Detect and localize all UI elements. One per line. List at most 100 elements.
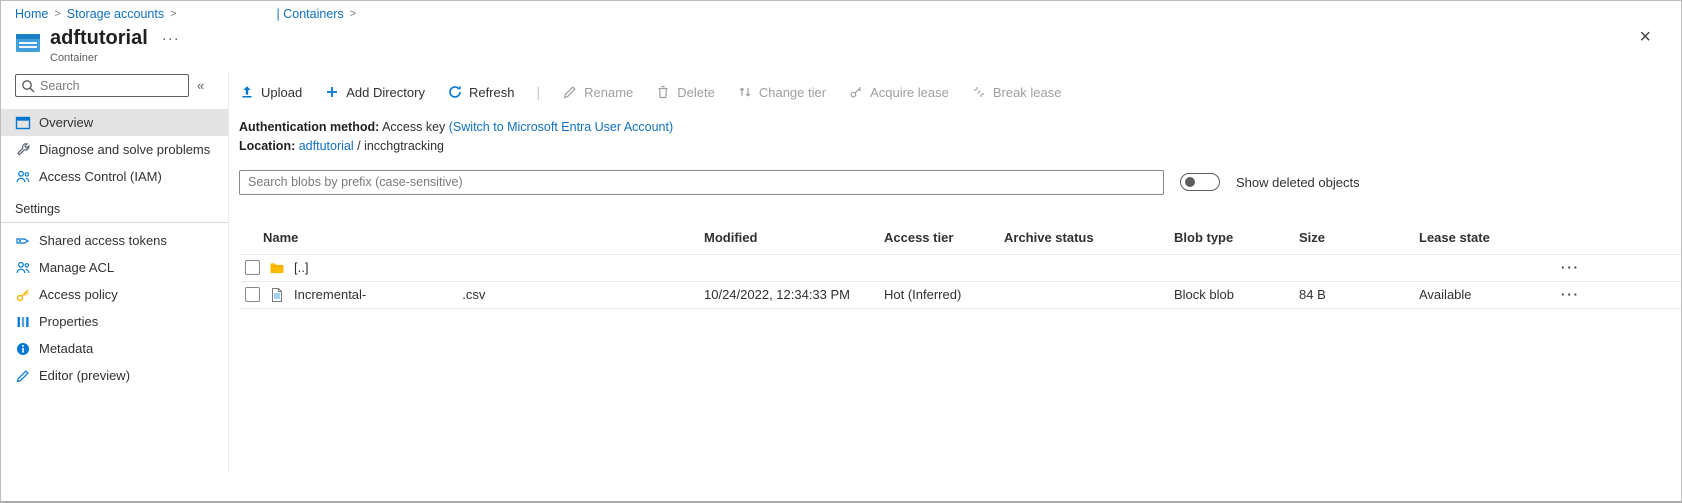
cell-access-tier: Hot (Inferred) <box>884 287 1004 302</box>
blade-content: Upload Add Directory Refresh | Rename <box>229 72 1681 472</box>
row-context-menu-button[interactable]: ··· <box>1534 260 1594 275</box>
filter-row: Show deleted objects <box>239 170 1681 195</box>
delete-button[interactable]: Delete <box>655 84 715 100</box>
blob-name-link[interactable]: Incremental- .csv <box>294 287 485 302</box>
sidebar-item-label: Overview <box>39 115 93 130</box>
add-directory-button[interactable]: Add Directory <box>324 84 425 100</box>
breadcrumb-separator: > <box>350 8 356 20</box>
change-tier-icon <box>737 84 753 100</box>
token-icon <box>15 233 31 249</box>
breadcrumb-storage-accounts-link[interactable]: Storage accounts <box>67 7 164 21</box>
upload-label: Upload <box>261 85 302 100</box>
sidebar-collapse-button[interactable]: « <box>197 78 204 93</box>
sidebar-nav: Overview Diagnose and solve problems Acc… <box>1 109 228 389</box>
sidebar-item-label: Editor (preview) <box>39 368 130 383</box>
change-tier-label: Change tier <box>759 85 826 100</box>
sidebar-item-overview[interactable]: Overview <box>1 109 228 136</box>
location-path: / incchgtracking <box>357 139 444 153</box>
break-lease-button[interactable]: Break lease <box>971 84 1062 100</box>
properties-icon <box>15 314 31 330</box>
location-container-link[interactable]: adftutorial <box>299 139 354 153</box>
blob-prefix-search-input[interactable] <box>239 170 1164 195</box>
cell-modified: 10/24/2022, 12:34:33 PM <box>704 287 884 302</box>
sidebar-settings-divider <box>1 222 228 223</box>
sidebar-item-properties[interactable]: Properties <box>1 308 228 335</box>
toggle-knob <box>1185 177 1195 187</box>
column-header-access-tier: Access tier <box>884 230 1004 245</box>
break-lease-label: Break lease <box>993 85 1062 100</box>
sidebar-item-diagnose[interactable]: Diagnose and solve problems <box>1 136 228 163</box>
wrench-icon <box>15 142 31 158</box>
location-line: Location: adftutorial / incchgtracking <box>239 137 1681 156</box>
sidebar-item-access-control-iam[interactable]: Access Control (IAM) <box>1 163 228 190</box>
blob-table: Name Modified Access tier Archive status… <box>239 221 1681 309</box>
refresh-label: Refresh <box>469 85 515 100</box>
folder-up-link[interactable]: [..] <box>294 260 308 275</box>
acquire-lease-button[interactable]: Acquire lease <box>848 84 949 100</box>
row-checkbox[interactable] <box>245 287 260 302</box>
sidebar-item-label: Manage ACL <box>39 260 114 275</box>
plus-icon <box>324 84 340 100</box>
add-directory-label: Add Directory <box>346 85 425 100</box>
show-deleted-toggle[interactable] <box>1180 173 1220 191</box>
sidebar-item-label: Access Control (IAM) <box>39 169 162 184</box>
table-row-parent-folder[interactable]: [..] ··· <box>239 255 1681 282</box>
refresh-button[interactable]: Refresh <box>447 84 515 100</box>
breadcrumb-separator: > <box>170 8 176 20</box>
cell-lease-state: Available <box>1419 287 1534 302</box>
people-icon <box>15 169 31 185</box>
sidebar-item-label: Properties <box>39 314 98 329</box>
toolbar: Upload Add Directory Refresh | Rename <box>239 76 1681 108</box>
rename-button[interactable]: Rename <box>562 84 633 100</box>
sidebar-settings-header: Settings <box>1 190 228 220</box>
key-icon <box>15 287 31 303</box>
column-header-lease-state: Lease state <box>1419 230 1534 245</box>
sidebar-item-metadata[interactable]: Metadata <box>1 335 228 362</box>
column-header-modified: Modified <box>704 230 884 245</box>
break-lease-icon <box>971 84 987 100</box>
blob-name-suffix: .csv <box>462 287 485 302</box>
sidebar-item-label: Diagnose and solve problems <box>39 142 210 157</box>
folder-icon <box>269 260 285 276</box>
table-row-blob[interactable]: Incremental- .csv 10/24/2022, 12:34:33 PM… <box>239 282 1681 309</box>
search-icon <box>20 78 36 94</box>
acquire-lease-label: Acquire lease <box>870 85 949 100</box>
toolbar-separator: | <box>536 84 540 100</box>
title-more-menu-button[interactable]: ··· <box>162 31 180 46</box>
show-deleted-label: Show deleted objects <box>1236 175 1360 190</box>
change-tier-button[interactable]: Change tier <box>737 84 826 100</box>
sidebar-item-shared-access-tokens[interactable]: Shared access tokens <box>1 227 228 254</box>
upload-button[interactable]: Upload <box>239 84 302 100</box>
file-icon <box>269 287 285 303</box>
sidebar-item-label: Shared access tokens <box>39 233 167 248</box>
people-icon <box>15 260 31 276</box>
sidebar-item-access-policy[interactable]: Access policy <box>1 281 228 308</box>
sidebar-item-label: Metadata <box>39 341 93 356</box>
page-subtitle: Container <box>50 52 180 64</box>
row-checkbox[interactable] <box>245 260 260 275</box>
breadcrumb-containers-link[interactable]: | Containers <box>277 7 344 21</box>
authentication-method-line: Authentication method: Access key (Switc… <box>239 118 1681 137</box>
page-title: adftutorial <box>50 27 148 50</box>
blade-header: adftutorial ··· Container <box>1 21 1681 64</box>
rename-label: Rename <box>584 85 633 100</box>
sidebar-search-input[interactable] <box>15 74 189 97</box>
sidebar-item-manage-acl[interactable]: Manage ACL <box>1 254 228 281</box>
cell-blob-type: Block blob <box>1174 287 1299 302</box>
close-blade-button[interactable]: × <box>1639 27 1651 47</box>
auth-method-value: Access key <box>382 120 445 134</box>
acquire-lease-icon <box>848 84 864 100</box>
upload-icon <box>239 84 255 100</box>
sidebar-item-editor-preview[interactable]: Editor (preview) <box>1 362 228 389</box>
container-blade: Home > Storage accounts > | Containers >… <box>0 0 1682 503</box>
column-header-name: Name <box>239 230 704 245</box>
trash-icon <box>655 84 671 100</box>
row-context-menu-button[interactable]: ··· <box>1534 287 1594 302</box>
table-header-row: Name Modified Access tier Archive status… <box>239 221 1681 255</box>
switch-auth-link[interactable]: (Switch to Microsoft Entra User Account) <box>449 120 673 134</box>
blob-name-prefix: Incremental- <box>294 287 366 302</box>
info-icon <box>15 341 31 357</box>
rename-icon <box>562 84 578 100</box>
delete-label: Delete <box>677 85 715 100</box>
breadcrumb-home-link[interactable]: Home <box>15 7 48 21</box>
